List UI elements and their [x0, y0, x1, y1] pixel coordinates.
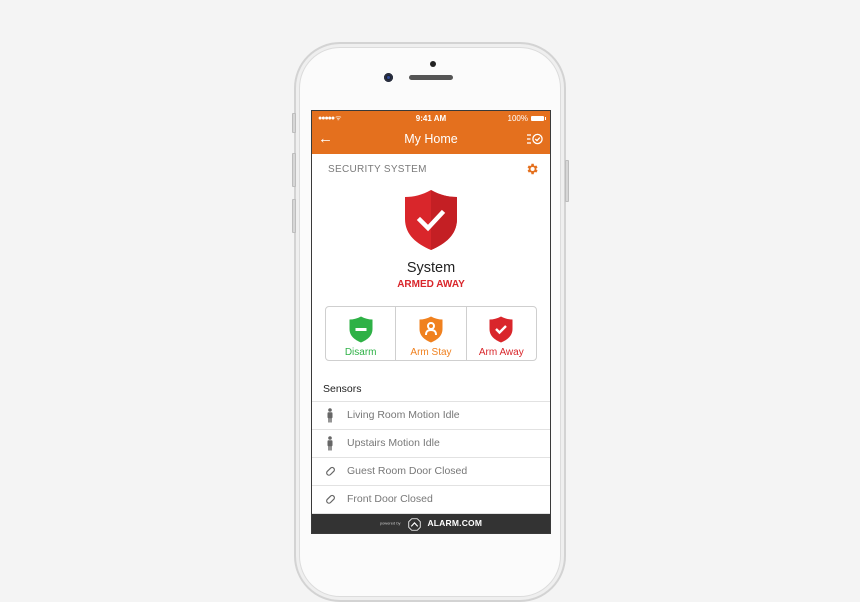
sensor-label: Front Door Closed [347, 493, 433, 505]
brand-name: ALARM.COM [427, 517, 483, 528]
mute-switch [292, 113, 296, 133]
powered-by-text: powered by [379, 520, 401, 526]
arm-away-label: Arm Away [478, 347, 524, 358]
sensor-row[interactable]: Upstairs Motion Idle [312, 429, 550, 457]
arm-mode-selector: Disarm Arm Stay Arm Away [325, 306, 537, 361]
powered-by-footer: powered by ALARM.COM [312, 514, 550, 533]
section-label: SECURITY SYSTEM [328, 164, 427, 175]
security-section-header: SECURITY SYSTEM [312, 154, 550, 186]
sensor-row[interactable]: Front Door Closed [312, 485, 550, 514]
person-icon [327, 436, 333, 451]
system-name: System [406, 260, 456, 276]
power-button [565, 160, 569, 202]
arm-stay-label: Arm Stay [410, 347, 452, 358]
shield-minus-icon [349, 316, 373, 343]
sensor-label: Upstairs Motion Idle [347, 437, 440, 449]
shield-person-icon [419, 316, 443, 343]
page-title: My Home [404, 132, 458, 146]
arm-away-button[interactable]: Arm Away [467, 307, 536, 360]
list-check-icon[interactable] [527, 132, 543, 146]
door-contact-icon [326, 494, 335, 504]
earpiece-speaker [409, 75, 453, 80]
sensor-list: Living Room Motion Idle Upstairs Motion … [312, 401, 550, 514]
nav-bar: ← My Home [312, 126, 550, 154]
system-status: ARMED AWAY [397, 279, 465, 290]
person-icon [327, 408, 333, 423]
front-camera [384, 73, 393, 82]
door-contact-icon [326, 466, 335, 476]
sensor-row[interactable]: Guest Room Door Closed [312, 457, 550, 485]
battery-percent: 100% [507, 114, 528, 123]
gear-icon[interactable] [525, 162, 539, 176]
shield-check-icon [489, 316, 513, 343]
alarm-com-logo-icon [408, 518, 421, 531]
proximity-sensor [430, 61, 436, 67]
app-screen: ●●●●● ᯤ 9:41 AM 100% ← My Home SECURITY … [311, 110, 551, 534]
sensor-label: Living Room Motion Idle [347, 409, 460, 421]
volume-up-button [292, 153, 296, 187]
app-header: ●●●●● ᯤ 9:41 AM 100% ← My Home [312, 111, 550, 154]
sensor-row[interactable]: Living Room Motion Idle [312, 401, 550, 429]
volume-down-button [292, 199, 296, 233]
arm-stay-button[interactable]: Arm Stay [396, 307, 467, 360]
status-bar: ●●●●● ᯤ 9:41 AM 100% [312, 111, 550, 126]
disarm-button[interactable]: Disarm [326, 307, 397, 360]
shield-check-icon [405, 190, 457, 250]
sensors-heading: Sensors [323, 383, 362, 395]
battery-icon [531, 116, 546, 121]
sensor-label: Guest Room Door Closed [347, 465, 468, 477]
disarm-label: Disarm [344, 347, 377, 358]
